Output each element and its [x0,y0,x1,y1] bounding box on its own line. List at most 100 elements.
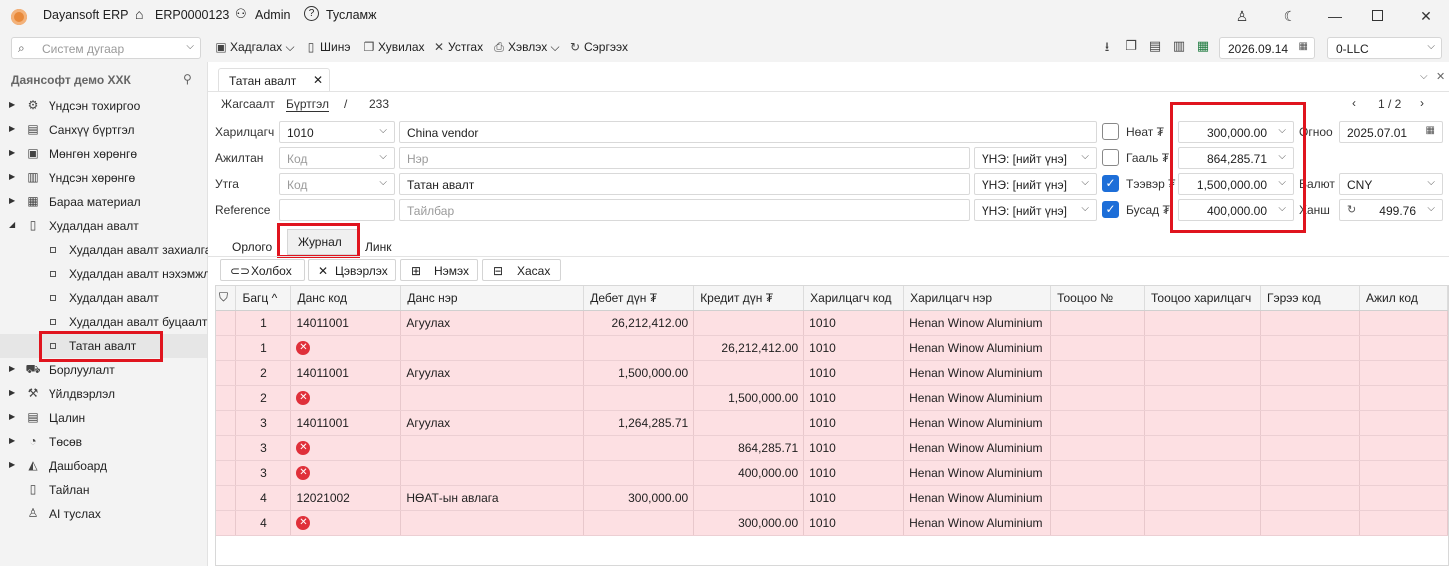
price-type-select-2[interactable]: ҮНЭ: [нийт үнэ] ⌵ [974,173,1097,195]
cell-account-name[interactable] [400,335,585,361]
close-icon[interactable]: ✕ [1417,8,1435,26]
cell-contract[interactable] [1260,335,1360,361]
column-header-partner-name[interactable]: Харилцагч нэр [903,286,1052,311]
reference-field[interactable] [279,199,395,221]
vat-amount-select[interactable]: 300,000.00 ⌵ [1178,121,1294,143]
table-row[interactable]: 4 12021002 НӨАТ-ын авлага 300,000.00 1010 Hen… [216,485,1449,511]
sidebar-item-purchase[interactable]: ◢ ▯ Худалдан авалт [0,214,207,238]
cell-credit[interactable]: 26,212,412.00 [693,335,805,361]
filter-icon[interactable]: ⛉ [216,286,237,311]
row-selector[interactable] [216,485,237,511]
column-header-credit[interactable]: Кредит дүн ₮ [693,286,805,311]
copy-button[interactable]: ❐ Хувилах [362,40,425,54]
chevron-down-icon[interactable]: ⌵ [1081,203,1089,214]
sidebar-item-dashboard[interactable]: ▶ ◭ Дашбоард [0,454,207,478]
sidebar-item-settings[interactable]: ▶ ⚙ Үндсэн тохиргоо [0,94,207,118]
cell-debit[interactable] [583,385,695,411]
cell-account-name[interactable]: Агуулах [400,360,585,386]
chevron-down-icon[interactable]: ⌵ [1278,151,1286,162]
tab-journal[interactable]: Журнал [287,229,358,255]
column-header-partner-code[interactable]: Харилцагч код [803,286,905,311]
cell-job[interactable] [1359,510,1449,536]
cell-settlement-partner[interactable] [1144,435,1262,461]
transport-checkbox[interactable]: ✓ [1102,175,1119,192]
help-icon[interactable]: ? [304,6,319,21]
cell-partner-code[interactable]: 1010 [803,335,905,361]
cell-account-name[interactable] [400,460,585,486]
cell-partner-code[interactable]: 1010 [803,510,905,536]
user-icon[interactable]: ⚇ [235,6,247,22]
other-amount-select[interactable]: 400,000.00 ⌵ [1178,199,1294,221]
partner-code-select[interactable]: 1010 ⌵ [279,121,395,143]
table-row[interactable]: 3 ✕ 864,285.71 1010 Henan Winow Aluminium [216,435,1449,461]
add-row-button[interactable]: ⊞ Нэмэх [400,259,478,281]
description-text-field[interactable]: Татан авалт [399,173,970,195]
row-selector[interactable] [216,385,237,411]
cell-partner-code[interactable]: 1010 [803,460,905,486]
profile-settings-icon[interactable]: ♙ [1233,8,1251,26]
cell-job[interactable] [1359,435,1449,461]
sidebar-item-inventory[interactable]: ▶ ▦ Бараа материал [0,190,207,214]
refresh-button[interactable]: ↻ Сэргээх [568,40,628,54]
paste-icon[interactable]: ▤ [1146,38,1164,56]
breadcrumb-register[interactable]: Бүртгэл [286,97,330,112]
cell-account-name[interactable]: Агуулах [400,410,585,436]
system-number-search[interactable]: ⌕ Систем дугаар ⌵ [11,37,201,59]
note-field[interactable]: Тайлбар [399,199,970,221]
sidebar-subitem-import[interactable]: Татан авалт [0,334,207,358]
other-checkbox[interactable]: ✓ [1102,201,1119,218]
cell-batch[interactable]: 1 [235,335,292,361]
clear-button[interactable]: ✕ Цэвэрлэх [308,259,396,281]
cell-account[interactable]: 14011001 [290,310,402,336]
cell-account-name[interactable] [400,385,585,411]
tab-import[interactable]: Татан авалт ✕ [218,68,330,92]
row-selector[interactable] [216,460,237,486]
column-header-settlement-partner[interactable]: Тооцоо харилцагч [1144,286,1262,311]
column-header-account-name[interactable]: Данс нэр [400,286,585,311]
chevron-down-icon[interactable]: ⌵ [1278,177,1286,188]
cell-job[interactable] [1359,385,1449,411]
employee-name-field[interactable]: Нэр [399,147,970,169]
expand-arrow-icon[interactable]: ▶ [9,412,15,421]
cell-contract[interactable] [1260,385,1360,411]
rate-refresh-icon[interactable]: ↻ [1347,203,1356,216]
chevron-down-icon[interactable]: ⌵ [1278,203,1286,214]
table-row[interactable]: 2 ✕ 1,500,000.00 1010 Henan Winow Aluminium [216,385,1449,411]
column-header-batch[interactable]: Багц ^ [235,286,292,311]
table-row[interactable]: 1 14011001 Агуулах 26,212,412.00 1010 Henan W… [216,310,1449,336]
cell-contract[interactable] [1260,410,1360,436]
pager-prev-icon[interactable]: ‹ [1352,96,1356,110]
cell-partner-name[interactable]: Henan Winow Aluminium [903,360,1052,386]
sidebar-item-salary[interactable]: ▶ ▤ Цалин [0,406,207,430]
cell-credit[interactable]: 864,285.71 [693,435,805,461]
delete-button[interactable]: ✕ Устгах [432,40,483,54]
customs-amount-select[interactable]: 864,285.71 ⌵ [1178,147,1294,169]
chevron-down-icon[interactable]: ⌵ [379,151,387,162]
cell-account[interactable]: ✕ [290,335,402,361]
row-selector[interactable] [216,310,237,336]
cell-job[interactable] [1359,335,1449,361]
cell-settlement-no[interactable] [1050,410,1146,436]
cell-debit[interactable]: 300,000.00 [583,485,695,511]
link-button[interactable]: ⊂⊃ Холбох [220,259,305,281]
download-icon[interactable]: ⭳ [1098,38,1116,56]
expand-arrow-icon[interactable]: ▶ [9,148,15,157]
cell-settlement-partner[interactable] [1144,385,1262,411]
row-selector[interactable] [216,435,237,461]
dark-mode-icon[interactable]: ☾ [1281,8,1299,26]
cell-account-name[interactable]: Агуулах [400,310,585,336]
cell-settlement-partner[interactable] [1144,460,1262,486]
collapse-arrow-icon[interactable]: ◢ [9,220,15,229]
cell-settlement-partner[interactable] [1144,335,1262,361]
cell-debit[interactable]: 1,500,000.00 [583,360,695,386]
cell-debit[interactable] [583,435,695,461]
cell-batch[interactable]: 3 [235,410,292,436]
cell-credit[interactable] [693,485,805,511]
cell-credit[interactable]: 1,500,000.00 [693,385,805,411]
cell-settlement-partner[interactable] [1144,510,1262,536]
cell-settlement-no[interactable] [1050,485,1146,511]
expand-arrow-icon[interactable]: ▶ [9,100,15,109]
home-icon[interactable]: ⌂ [135,6,143,22]
tabs-menu-icon[interactable]: ⌵ [1420,71,1428,82]
cell-account[interactable]: ✕ [290,385,402,411]
